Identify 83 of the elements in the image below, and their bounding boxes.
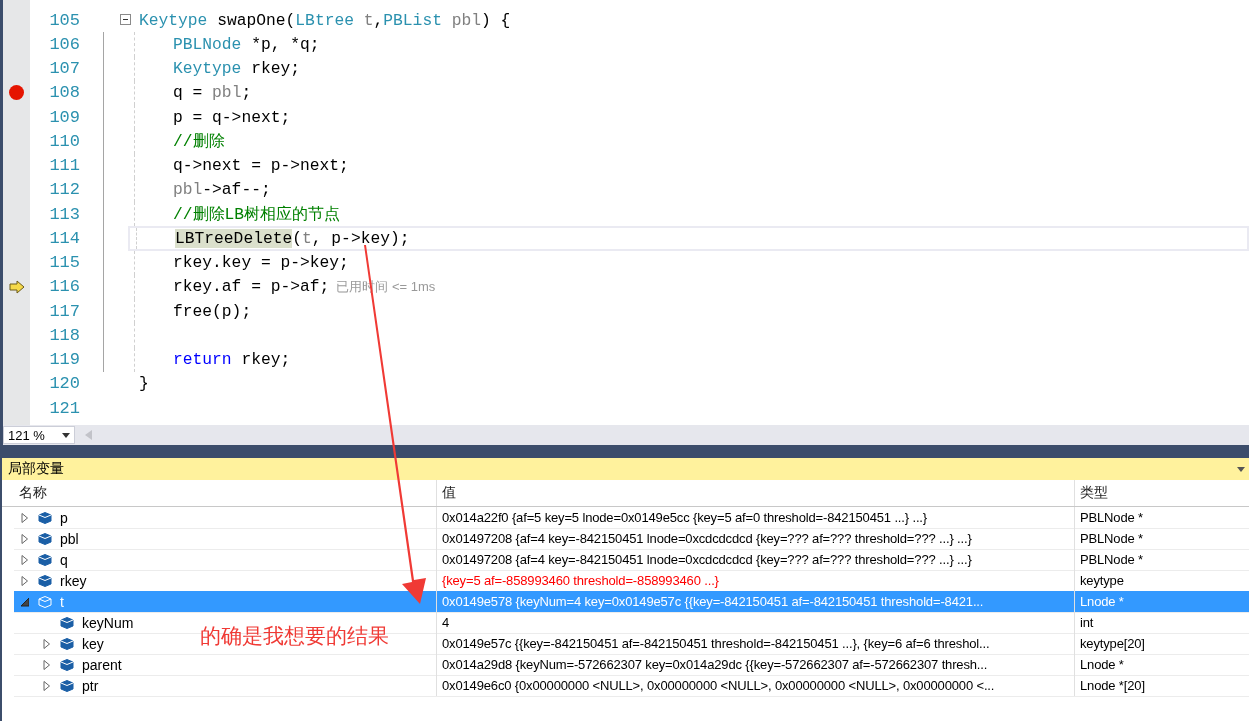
- line-number: 114: [48, 228, 80, 248]
- line-number: 117: [48, 301, 80, 321]
- variable-icon: [60, 658, 74, 671]
- variable-type: PBLNode *: [1079, 530, 1144, 548]
- line-number: 121: [48, 398, 80, 418]
- panel-title: 局部变量: [8, 460, 64, 478]
- expand-icon[interactable]: [21, 575, 29, 586]
- line-number: 106: [48, 34, 80, 54]
- variable-name: q: [60, 551, 68, 568]
- column-header[interactable]: 值: [437, 480, 1075, 506]
- expand-icon[interactable]: [43, 638, 51, 649]
- expand-icon[interactable]: [43, 680, 51, 691]
- code-line: Keytype rkey;: [173, 59, 301, 79]
- line-number: 115: [48, 253, 80, 273]
- variable-icon: [38, 532, 52, 545]
- line-number: 120: [48, 374, 80, 394]
- variable-type: keytype: [1079, 572, 1125, 590]
- variable-icon: [60, 637, 74, 650]
- line-number: 109: [48, 107, 80, 127]
- variable-type: int: [1079, 614, 1095, 632]
- code-line: free(p);: [173, 301, 252, 321]
- code-line: return rkey;: [173, 350, 291, 370]
- variable-type: PBLNode *: [1079, 551, 1144, 569]
- variable-name: t: [60, 593, 64, 610]
- variable-value: 0x0149e578 {keyNum=4 key=0x0149e57c {{key=-842150451 af=-842150451 threshold=-8421...: [437, 591, 1075, 612]
- variable-icon: [38, 511, 52, 524]
- expand-icon[interactable]: [21, 512, 29, 523]
- caret-icon[interactable]: [62, 432, 70, 438]
- line-number: 105: [48, 10, 80, 30]
- collapse-icon[interactable]: [21, 596, 29, 607]
- variable-value: 0x014a29d8 {keyNum=-572662307 key=0x014a29dc {{key=-572662307 af=-572662307 thresh...: [437, 654, 1075, 675]
- variable-value: 4: [437, 612, 1075, 633]
- variable-name: key: [82, 635, 104, 652]
- variable-value: 0x01497208 {af=4 key=-842150451 lnode=0xcdcdcdcd {key=??? af=??? threshold=??? ...} ...}: [437, 549, 1075, 570]
- code-line: //删除: [173, 131, 225, 153]
- variable-name: parent: [82, 656, 122, 673]
- variable-icon: [38, 595, 52, 608]
- variable-name: pbl: [60, 530, 79, 547]
- variable-name: keyNum: [82, 614, 134, 631]
- collapse-icon[interactable]: [120, 14, 131, 25]
- variable-icon: [60, 679, 74, 692]
- breakpoint-icon[interactable]: [9, 85, 24, 101]
- variable-value: 0x01497208 {af=4 key=-842150451 lnode=0xcdcdcdcd {key=??? af=??? threshold=??? ...} ...}: [437, 528, 1075, 549]
- expand-icon[interactable]: [21, 533, 29, 544]
- code-line: }: [139, 374, 149, 394]
- line-number: 107: [48, 59, 80, 79]
- line-number: 108: [48, 83, 80, 103]
- variable-value: 0x0149e6c0 {0x00000000 <NULL>, 0x00000000 <NULL>, 0x00000000 <NULL>, 0x00000000 <...: [437, 675, 1075, 696]
- variable-icon: [38, 574, 52, 587]
- variable-icon: [60, 616, 74, 629]
- expand-icon[interactable]: [21, 554, 29, 565]
- code-line: p = q->next;: [173, 107, 291, 127]
- variable-name: p: [60, 509, 68, 526]
- line-number: 110: [48, 131, 80, 151]
- dropdown-icon[interactable]: [1237, 466, 1245, 472]
- variable-name: ptr: [82, 677, 99, 694]
- code-line: rkey.af = p->af;: [173, 277, 330, 297]
- variable-type: PBLNode *: [1079, 509, 1144, 527]
- code-line: q->next = p->next;: [173, 156, 349, 176]
- code-line: rkey.key = p->key;: [173, 253, 349, 273]
- line-number: 113: [48, 204, 80, 224]
- line-number: 118: [48, 325, 80, 345]
- line-number: 116: [48, 277, 80, 297]
- code-line: Keytype swapOne(LBtree t,PBList pbl) {: [139, 10, 511, 30]
- code-line: //删除LB树相应的节点: [173, 204, 341, 226]
- code-line: q = pbl;: [173, 83, 252, 103]
- code-line: pbl->af--;: [173, 180, 271, 200]
- variable-type: Lnode *[20]: [1079, 677, 1146, 695]
- annotation-text: 的确是我想要的结果: [200, 623, 389, 649]
- line-number: 111: [48, 156, 80, 176]
- variable-value: 0x014a22f0 {af=5 key=5 lnode=0x0149e5cc {key=5 af=0 threshold=-842150451 ...} ...}: [437, 507, 1075, 528]
- column-header[interactable]: 类型: [1075, 480, 1249, 506]
- line-number: 112: [48, 180, 80, 200]
- zoom-dropdown[interactable]: 121 %: [3, 426, 75, 444]
- variable-type: Lnode *: [1079, 656, 1125, 674]
- variable-name: rkey: [60, 572, 87, 589]
- variable-type: keytype[20]: [1079, 635, 1146, 653]
- expand-icon[interactable]: [43, 659, 51, 670]
- variable-type: Lnode *: [1079, 593, 1125, 611]
- variable-value: 0x0149e57c {{key=-842150451 af=-842150451 threshold=-842150451 ...}, {key=6 af=6 threshol...: [437, 633, 1075, 654]
- variable-icon: [38, 553, 52, 566]
- line-number: 119: [48, 350, 80, 370]
- code-line: PBLNode *p, *q;: [173, 34, 320, 54]
